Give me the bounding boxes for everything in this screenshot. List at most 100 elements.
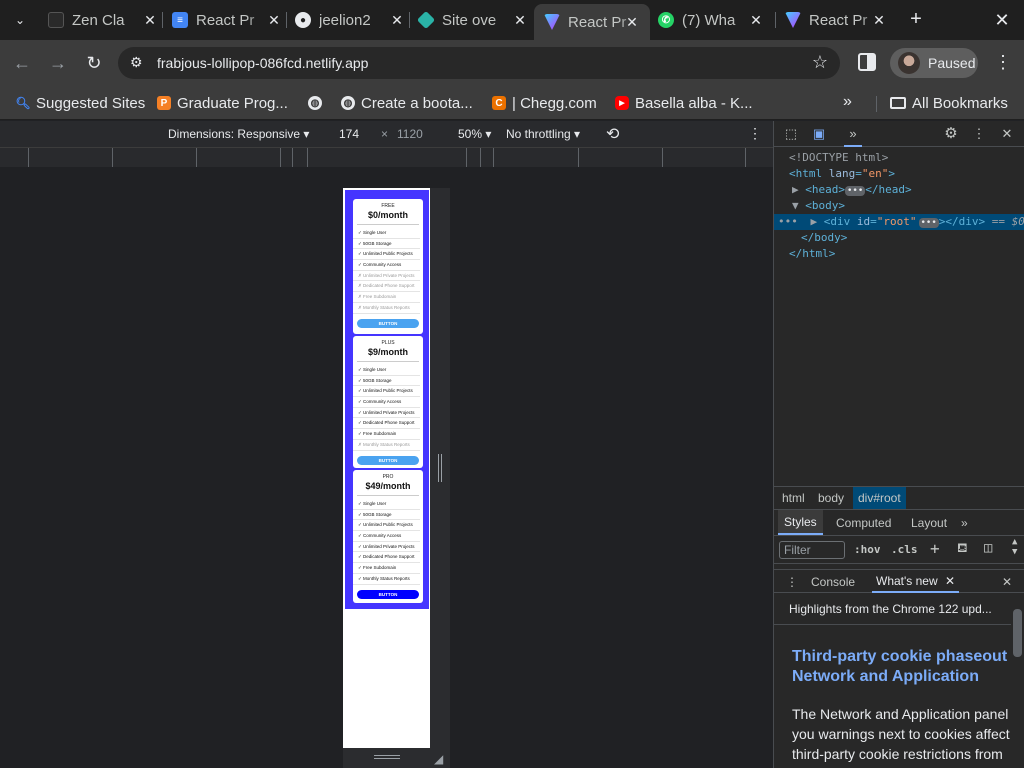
close-icon[interactable]: ✕ xyxy=(142,12,158,28)
feature-item-disabled: ✗ Monthly Status Reports xyxy=(353,303,420,314)
tab-computed[interactable]: Computed xyxy=(836,516,891,530)
hov-toggle[interactable]: :hov xyxy=(854,543,881,556)
tab-whats-new[interactable]: What's new ✕ xyxy=(872,570,960,593)
head-node[interactable]: ▶ <head> ••• </head> xyxy=(792,182,912,198)
tab-separator xyxy=(162,12,163,28)
tab-6[interactable]: React Pr ✕ xyxy=(785,6,887,34)
tab-5[interactable]: ✆ (7) Wha ✕ xyxy=(658,6,764,34)
feature-item-disabled: ✗ Unlimited Private Projects xyxy=(353,271,420,282)
height-input[interactable]: 1120 xyxy=(397,127,423,141)
breadcrumb-html[interactable]: html xyxy=(782,491,805,505)
new-tab-plus-icon[interactable]: + xyxy=(906,9,926,30)
dimensions-dropdown[interactable]: Dimensions: Responsive ▾ xyxy=(168,127,309,141)
devtools-toolbar: ⬚ ▣ » ⚙ ⋮ ✕ xyxy=(774,121,1024,147)
plus-plan-button[interactable]: BUTTON xyxy=(357,455,419,465)
html-node[interactable]: <html lang="en"> xyxy=(789,166,895,182)
chegg-icon: C xyxy=(492,96,506,110)
side-panel-icon[interactable] xyxy=(858,53,876,71)
tier-name: PRO xyxy=(382,474,394,480)
whats-new-title[interactable]: Third-party cookie phaseout in Network a… xyxy=(792,647,1011,687)
close-icon[interactable]: ✕ xyxy=(748,12,764,28)
window-close-icon[interactable]: ✕ xyxy=(992,10,1012,30)
bookmark-label: Graduate Prog... xyxy=(177,94,288,112)
bookmark-chegg[interactable]: C | Chegg.com xyxy=(492,92,597,114)
device-toggle-icon[interactable]: ▣ xyxy=(810,125,828,143)
pricing-card-plus: PLUS $9/month ✓ Single User ✓ 50GB Stora… xyxy=(353,336,423,468)
width-input[interactable]: 174 xyxy=(339,127,359,141)
zoom-dropdown[interactable]: 50% ▾ xyxy=(458,127,491,141)
tab-0[interactable]: Zen Cla ✕ xyxy=(48,6,158,34)
browser-menu-icon[interactable]: ⋮ xyxy=(994,52,1012,72)
url-text[interactable]: frabjous-lollipop-086fcd.netlify.app xyxy=(157,55,368,71)
back-arrow-icon[interactable]: ← xyxy=(10,51,34,75)
pro-plan-button[interactable]: BUTTON xyxy=(357,589,419,599)
resize-handle-right[interactable] xyxy=(430,188,450,768)
rotate-icon[interactable]: ⟲ xyxy=(606,124,619,144)
paint-icon[interactable]: ⛾ xyxy=(957,541,968,558)
more-tabs-chevron-icon[interactable]: » xyxy=(961,516,968,530)
tab-4-active[interactable]: React Pr ✕ xyxy=(534,4,650,40)
breadcrumb-body[interactable]: body xyxy=(818,491,844,505)
feature-item: ✓ Dedicated Phone Support xyxy=(353,418,420,430)
site-settings-icon[interactable]: ⚙ xyxy=(130,54,143,71)
body-close-node[interactable]: </body> xyxy=(801,230,847,246)
bookmark-globe[interactable]: ◍ xyxy=(308,92,328,114)
html-close-node[interactable]: </html> xyxy=(789,246,835,262)
tab-search-chevron-icon[interactable]: ⌄ xyxy=(6,7,34,33)
bookmark-bootable[interactable]: ◍ Create a boota... xyxy=(341,92,473,114)
device-more-icon[interactable]: ⋮ xyxy=(748,125,762,142)
devtools-close-icon[interactable]: ✕ xyxy=(998,125,1016,143)
bookmark-graduate[interactable]: P Graduate Prog... xyxy=(157,92,288,114)
feature-item-disabled: ✗ Free Subdomain xyxy=(353,292,420,303)
tab-console[interactable]: Console xyxy=(811,575,855,589)
tab-strip: ⌄ Zen Cla ✕ ≡ React Pr ✕ ● jeelion2 ✕ Si… xyxy=(0,0,1024,40)
inspect-element-icon[interactable]: ⬚ xyxy=(782,125,800,143)
settings-gear-icon[interactable]: ⚙ xyxy=(942,125,960,143)
divider xyxy=(357,495,419,496)
close-icon[interactable]: ✕ xyxy=(389,12,405,28)
more-bookmarks-chevron-icon[interactable]: » xyxy=(843,93,852,111)
feature-item: ✓ Community Access xyxy=(353,260,420,271)
vite-icon xyxy=(544,14,560,30)
feature-item: ✓ Community Access xyxy=(353,397,420,408)
drawer-close-icon[interactable]: ✕ xyxy=(1002,575,1012,589)
close-icon[interactable]: ✕ xyxy=(624,14,640,30)
styles-scroll-icon[interactable]: ▲ ▼ xyxy=(1012,537,1017,557)
close-icon[interactable]: ✕ xyxy=(266,12,282,28)
feature-item: ✓ Monthly Status Reports xyxy=(353,574,420,585)
root-div-node-selected[interactable]: ••• ▶ <div id="root" ••• ></div> == $0 xyxy=(774,214,1024,230)
close-icon[interactable]: ✕ xyxy=(871,12,887,28)
forward-arrow-icon[interactable]: → xyxy=(46,51,70,75)
new-rule-plus-icon[interactable]: + xyxy=(930,539,940,558)
reload-icon[interactable]: ↻ xyxy=(82,51,106,75)
bookmark-separator xyxy=(876,96,877,112)
throttling-dropdown[interactable]: No throttling ▾ xyxy=(506,127,580,141)
address-bar[interactable]: ⚙ frabjous-lollipop-086fcd.netlify.app ☆ xyxy=(118,47,840,79)
tab-1[interactable]: ≡ React Pr ✕ xyxy=(172,6,282,34)
bookmark-star-icon[interactable]: ☆ xyxy=(812,52,828,73)
bookmark-basella[interactable]: ▶ Basella alba - K... xyxy=(615,92,753,114)
close-icon[interactable]: ✕ xyxy=(512,12,528,28)
cls-toggle[interactable]: .cls xyxy=(891,543,918,556)
bookmark-suggested-sites[interactable]: 🔍︎ Suggested Sites xyxy=(15,92,145,114)
doctype-node[interactable]: <!DOCTYPE html> xyxy=(789,150,888,166)
tab-2[interactable]: ● jeelion2 ✕ xyxy=(295,6,405,34)
free-plan-button[interactable]: BUTTON xyxy=(357,318,419,328)
resize-corner-icon[interactable]: ◢ xyxy=(434,752,443,766)
body-node[interactable]: ▼ <body> xyxy=(792,198,845,214)
tab-layout[interactable]: Layout xyxy=(911,516,947,530)
more-panels-chevron-icon[interactable]: » xyxy=(844,125,862,147)
tab-3[interactable]: Site ove ✕ xyxy=(418,6,528,34)
resize-handle-bottom[interactable] xyxy=(343,748,430,768)
breadcrumb-div-root[interactable]: div#root xyxy=(853,487,906,509)
drawer-menu-icon[interactable]: ⋮ xyxy=(786,575,798,589)
drawer-scrollbar[interactable] xyxy=(1011,595,1024,768)
sidebar-toggle-icon[interactable]: ◫ xyxy=(984,540,992,556)
feature-item-disabled: ✗ Dedicated Phone Support xyxy=(353,281,420,293)
styles-filter-input[interactable]: Filter xyxy=(779,541,845,559)
profile-button[interactable]: Paused xyxy=(890,48,978,78)
devtools-menu-icon[interactable]: ⋮ xyxy=(970,125,988,143)
feature-item: ✓ Single User xyxy=(353,499,420,510)
tab-styles[interactable]: Styles xyxy=(778,510,823,535)
all-bookmarks-button[interactable]: All Bookmarks xyxy=(890,92,1008,114)
